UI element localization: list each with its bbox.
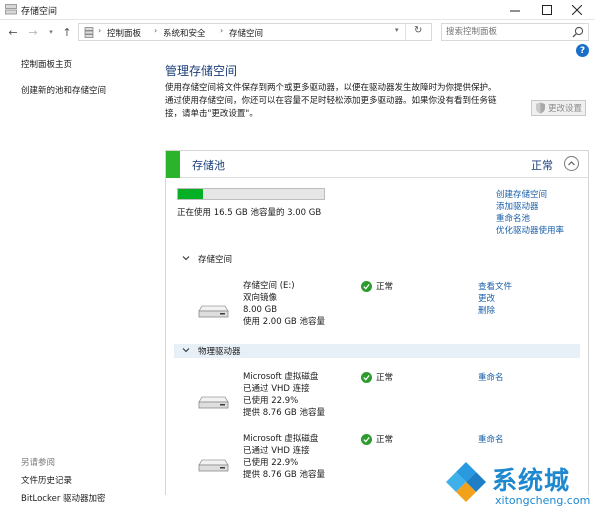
add-drives-link[interactable]: 添加驱动器 [496, 200, 539, 212]
physical-drive-used: 已使用 22.9% [243, 458, 299, 468]
chevron-down-icon [182, 256, 190, 261]
pool-status: 正常 [531, 159, 553, 172]
up-button[interactable]: ↑ [60, 24, 74, 40]
change-link[interactable]: 更改 [478, 292, 495, 304]
physical-drive-connection: 已通过 VHD 连接 [243, 384, 310, 394]
drive-icon [198, 305, 229, 318]
status-ok-icon [361, 372, 372, 383]
pool-usage-fill [178, 189, 203, 199]
close-button[interactable] [562, 0, 592, 20]
xitongcheng-logo-icon [444, 460, 488, 504]
storage-spaces-section-header[interactable]: 存储空间 [174, 252, 580, 266]
change-settings-label: 更改设置 [548, 104, 583, 114]
see-also-heading: 另请参阅 [21, 458, 56, 468]
description-line: 通过使用存储空间，你还可以在容量不足时轻松添加更多驱动器。如果你没有看到任务链 [165, 96, 497, 106]
chevron-down-icon [182, 348, 190, 353]
forward-button[interactable]: → [26, 24, 40, 40]
sidebar-item-bitlocker[interactable]: BitLocker 驱动器加密 [21, 492, 106, 504]
address-dropdown-icon[interactable]: ▾ [395, 26, 399, 34]
rename-drive-link[interactable]: 重命名 [478, 371, 504, 383]
back-button[interactable]: ← [6, 24, 20, 40]
maximize-icon [542, 5, 552, 15]
pool-title: 存储池 [192, 159, 225, 172]
control-panel-icon [84, 27, 94, 38]
window-title: 存储空间 [21, 7, 58, 17]
physical-drives-section-header[interactable]: 物理驱动器 [174, 344, 580, 358]
storage-space-resiliency: 双向镜像 [243, 293, 278, 303]
breadcrumb-separator: › [154, 26, 158, 35]
physical-drive-capacity: 提供 8.76 GB 池容量 [243, 408, 325, 418]
storage-space-pool-usage: 使用 2.00 GB 池容量 [243, 317, 325, 327]
forward-arrow-icon: → [28, 25, 38, 39]
storage-space-size: 8.00 GB [243, 305, 278, 315]
breadcrumb-system-security[interactable]: 系统和安全 [163, 27, 206, 39]
physical-drive-status: 正常 [376, 435, 394, 445]
help-button[interactable]: ? [576, 44, 589, 57]
chevron-up-icon [568, 161, 575, 166]
description-line: 使用存储空间将文件保存到两个或更多驱动器，以便在驱动器发生故障时为你提供保护。 [165, 83, 497, 93]
physical-drive-details: Microsoft 虚拟磁盘 已通过 VHD 连接 已使用 22.9% 提供 8… [243, 433, 325, 481]
description-line: 接，请单击"更改设置"。 [165, 109, 258, 119]
sidebar-item-file-history[interactable]: 文件历史记录 [21, 474, 72, 486]
search-icon [572, 26, 584, 38]
storage-space-name: 存储空间 (E:) [243, 281, 295, 291]
view-files-link[interactable]: 查看文件 [478, 280, 512, 292]
question-mark-icon: ? [579, 45, 586, 56]
drive-icon [198, 459, 229, 472]
physical-drive-status: 正常 [376, 373, 394, 383]
physical-drive-capacity: 提供 8.76 GB 池容量 [243, 470, 325, 480]
address-box[interactable]: › 控制面板 › 系统和安全 › 存储空间 ▾ ↻ [78, 23, 432, 41]
search-input[interactable] [446, 25, 566, 39]
back-arrow-icon: ← [8, 25, 18, 39]
pool-usage-bar [177, 188, 325, 200]
breadcrumb-separator: › [220, 26, 224, 35]
pool-status-accent [166, 151, 180, 178]
breadcrumb-control-panel[interactable]: 控制面板 [107, 27, 141, 39]
breadcrumb-separator: › [98, 26, 102, 35]
delete-link[interactable]: 删除 [478, 304, 495, 316]
storage-pool-panel: 存储池 正常 正在使用 16.5 GB 池容量的 3.00 GB 创建存储空间 … [165, 150, 589, 495]
rename-pool-link[interactable]: 重命名池 [496, 212, 530, 224]
watermark-name: 系统城 [492, 466, 571, 495]
storage-spaces-heading: 存储空间 [198, 255, 233, 265]
maximize-button[interactable] [532, 0, 562, 20]
recent-locations-button[interactable]: ▾ [44, 24, 58, 40]
sidebar-item-control-panel-home[interactable]: 控制面板主页 [21, 58, 72, 70]
search-box[interactable] [441, 23, 589, 41]
optimize-drive-usage-link[interactable]: 优化驱动器使用率 [496, 224, 564, 236]
collapse-button[interactable] [564, 156, 579, 171]
physical-drive-used: 已使用 22.9% [243, 396, 299, 406]
storage-pool-header[interactable]: 存储池 正常 [166, 151, 588, 178]
create-storage-space-link[interactable]: 创建存储空间 [496, 188, 547, 200]
sidebar-item-create-pool[interactable]: 创建新的池和存储空间 [21, 84, 106, 96]
rename-drive-link[interactable]: 重命名 [478, 433, 504, 445]
status-ok-icon [361, 434, 372, 445]
storage-spaces-app-icon [5, 4, 17, 15]
status-ok-icon [361, 281, 372, 292]
minimize-button[interactable] [500, 0, 530, 20]
storage-space-details: 存储空间 (E:) 双向镜像 8.00 GB 使用 2.00 GB 池容量 [243, 280, 325, 328]
physical-drive-name: Microsoft 虚拟磁盘 [243, 372, 319, 382]
shield-icon [536, 102, 545, 114]
address-divider [405, 24, 406, 40]
page-title: 管理存储空间 [165, 64, 238, 78]
physical-drives-heading: 物理驱动器 [198, 347, 241, 357]
address-bar: ← → ▾ ↑ › 控制面板 › 系统和安全 › 存储空间 ▾ ↻ [0, 21, 595, 43]
chevron-down-icon: ▾ [49, 28, 53, 36]
minimize-icon [510, 10, 520, 12]
title-bar: 存储空间 [0, 0, 595, 20]
change-settings-button[interactable]: 更改设置 [531, 100, 586, 116]
physical-drive-details: Microsoft 虚拟磁盘 已通过 VHD 连接 已使用 22.9% 提供 8… [243, 371, 325, 419]
breadcrumb-storage-spaces[interactable]: 存储空间 [229, 27, 263, 39]
storage-space-status: 正常 [376, 282, 394, 292]
physical-drive-connection: 已通过 VHD 连接 [243, 446, 310, 456]
watermark-site: xitongcheng.com [495, 494, 591, 507]
drive-icon [198, 396, 229, 409]
close-icon [572, 5, 582, 15]
refresh-icon[interactable]: ↻ [414, 25, 422, 36]
pool-usage-text: 正在使用 16.5 GB 池容量的 3.00 GB [177, 208, 322, 218]
physical-drive-name: Microsoft 虚拟磁盘 [243, 434, 319, 444]
watermark: 系统城 xitongcheng.com [440, 452, 595, 515]
up-arrow-icon: ↑ [62, 25, 72, 39]
